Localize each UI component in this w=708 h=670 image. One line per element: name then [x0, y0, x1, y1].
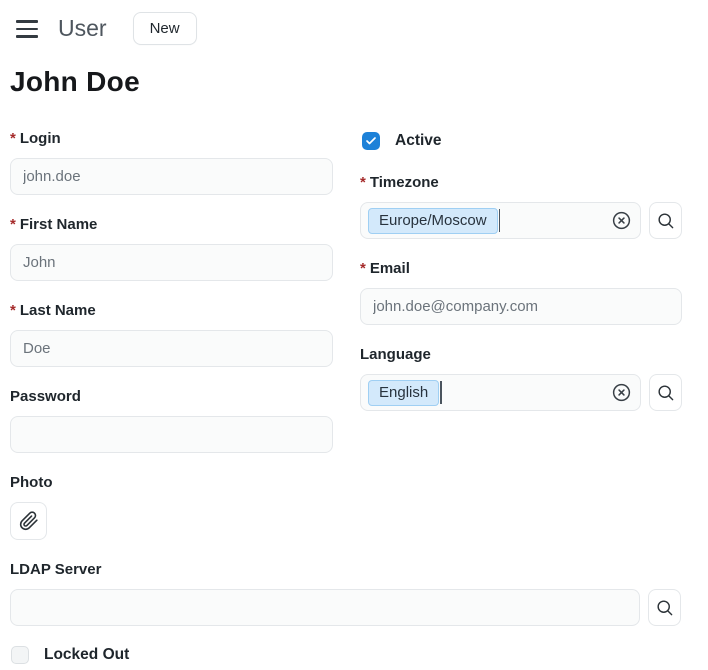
field-first-name: *First Name: [10, 216, 333, 281]
first-name-label: *First Name: [10, 216, 333, 233]
ldap-server-input[interactable]: [10, 589, 640, 626]
hamburger-bar: [16, 35, 38, 38]
photo-label-text: Photo: [10, 474, 53, 491]
active-checkbox[interactable]: [362, 132, 380, 150]
login-label-text: Login: [20, 130, 61, 147]
field-email: *Email: [360, 260, 682, 325]
timezone-search-button[interactable]: [649, 202, 682, 239]
topbar: User New: [10, 10, 708, 46]
ldap-server-label-text: LDAP Server: [10, 561, 101, 578]
last-name-input[interactable]: [10, 330, 333, 367]
required-asterisk: *: [360, 174, 366, 191]
password-label-text: Password: [10, 388, 81, 405]
field-active[interactable]: Active: [362, 132, 682, 150]
field-password: Password: [10, 388, 333, 453]
timezone-input[interactable]: Europe/Moscow: [360, 202, 641, 239]
required-asterisk: *: [360, 260, 366, 277]
language-link-row: English: [360, 374, 682, 411]
timezone-link-row: Europe/Moscow: [360, 202, 682, 239]
locked-out-checkbox[interactable]: [11, 646, 29, 664]
email-label-text: Email: [370, 260, 410, 277]
search-icon: [655, 598, 674, 617]
search-icon: [656, 211, 675, 230]
clear-circle-icon: [611, 210, 632, 231]
clear-circle-icon: [611, 382, 632, 403]
email-label: *Email: [360, 260, 682, 277]
ldap-link-row: [10, 589, 682, 626]
attach-file-button[interactable]: [10, 502, 47, 540]
timezone-label: *Timezone: [360, 174, 682, 191]
first-name-label-text: First Name: [20, 216, 98, 233]
doctype-title: User: [58, 15, 107, 42]
paperclip-icon: [19, 511, 39, 531]
hamburger-bar: [16, 20, 38, 23]
hamburger-bar: [16, 28, 38, 31]
locked-out-label: Locked Out: [44, 646, 129, 664]
login-label: *Login: [10, 130, 333, 147]
field-locked-out[interactable]: Locked Out: [11, 646, 708, 664]
field-photo: Photo: [10, 474, 333, 540]
ldap-server-search-button[interactable]: [648, 589, 681, 626]
last-name-label-text: Last Name: [20, 302, 96, 319]
text-caret: [440, 381, 442, 404]
language-label-text: Language: [360, 346, 431, 363]
required-asterisk: *: [10, 216, 16, 233]
field-timezone: *Timezone Europe/Moscow: [360, 174, 682, 239]
new-button[interactable]: New: [133, 12, 197, 45]
password-label: Password: [10, 388, 333, 405]
timezone-selected-tag: Europe/Moscow: [368, 208, 498, 234]
hamburger-menu-icon[interactable]: [16, 19, 40, 39]
field-language: Language English: [360, 346, 682, 411]
required-asterisk: *: [10, 302, 16, 319]
login-input[interactable]: [10, 158, 333, 195]
field-login: *Login: [10, 130, 333, 195]
form-section-bottom: LDAP Server Locked Out: [10, 561, 708, 664]
form-columns: *Login *First Name *Last Name Password P…: [10, 130, 708, 561]
language-label: Language: [360, 346, 682, 363]
first-name-input[interactable]: [10, 244, 333, 281]
required-asterisk: *: [10, 130, 16, 147]
form-column-right: Active *Timezone Europe/Moscow: [360, 130, 682, 561]
last-name-label: *Last Name: [10, 302, 333, 319]
search-icon: [656, 383, 675, 402]
field-ldap-server: LDAP Server: [10, 561, 708, 626]
text-caret: [499, 209, 501, 232]
active-label: Active: [395, 132, 442, 150]
photo-label: Photo: [10, 474, 333, 491]
field-last-name: *Last Name: [10, 302, 333, 367]
language-selected-tag: English: [368, 380, 439, 406]
ldap-server-label: LDAP Server: [10, 561, 708, 578]
page-title: John Doe: [10, 66, 708, 98]
email-input[interactable]: [360, 288, 682, 325]
language-input[interactable]: English: [360, 374, 641, 411]
user-form-page: User New John Doe *Login *First Name *La…: [0, 0, 708, 664]
checkmark-icon: [365, 135, 377, 147]
form-column-left: *Login *First Name *Last Name Password P…: [10, 130, 333, 561]
language-clear-button[interactable]: [609, 381, 633, 405]
timezone-clear-button[interactable]: [609, 209, 633, 233]
language-search-button[interactable]: [649, 374, 682, 411]
password-input[interactable]: [10, 416, 333, 453]
timezone-label-text: Timezone: [370, 174, 439, 191]
